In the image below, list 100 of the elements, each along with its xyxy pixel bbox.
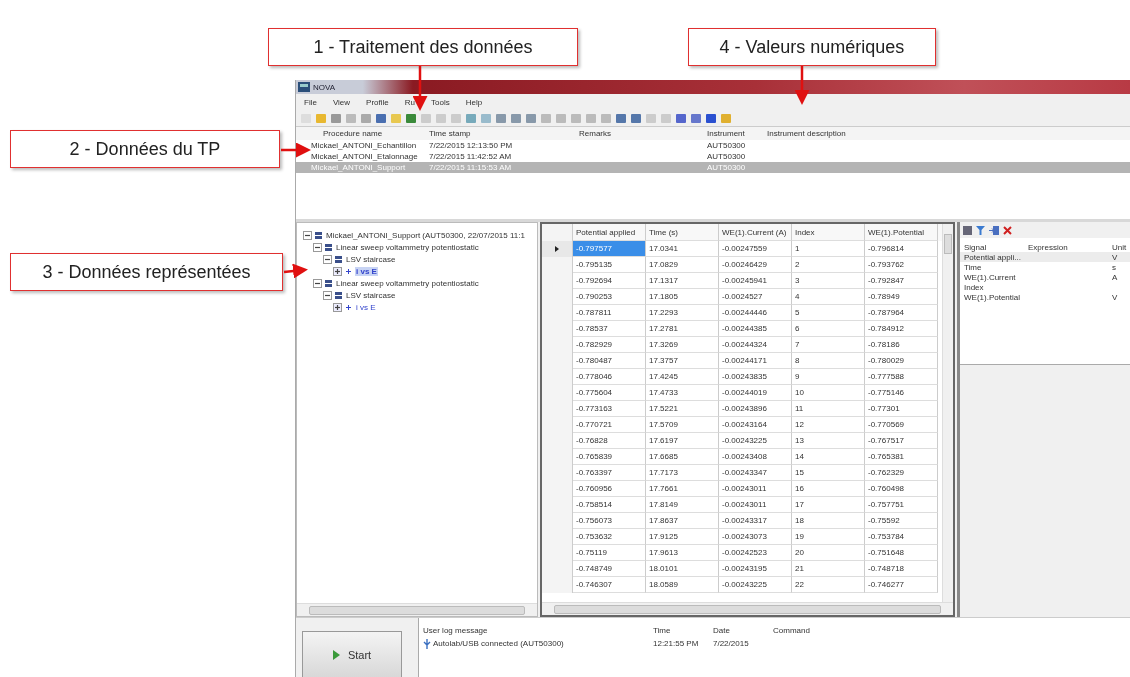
table-cell: -0.787811 [573,305,646,321]
table-cell: 18.0589 [646,577,719,593]
tree-item[interactable]: i vs E [355,302,377,312]
tool-icon[interactable] [525,112,537,124]
table-cell: -0.00243011 [719,497,792,513]
column-header[interactable]: Unit [1112,242,1127,252]
tool-icon[interactable] [330,112,342,124]
table-cell: -0.78186 [865,337,938,353]
tree-item[interactable]: LSV staircase [345,254,397,264]
table-cell: V [1112,252,1118,262]
procedure-row[interactable]: Mickael_ANTONI_Echantillon 7/22/2015 12:13:50 PM AUT50300 [296,140,1130,151]
expander-icon[interactable] [313,278,322,288]
tool-icon[interactable] [375,112,387,124]
menu-item[interactable]: View [332,97,351,107]
table-cell: 16 [792,481,865,497]
tree-item[interactable]: Linear sweep voltammetry potentiostatic [335,242,480,252]
column-header[interactable]: Time stamp [421,129,539,138]
tree-item[interactable]: Linear sweep voltammetry potentiostatic [335,278,480,288]
table-cell: -0.751648 [865,545,938,561]
menu-item[interactable]: Ru [404,97,415,107]
table-cell-text: Time [963,262,983,272]
expander-icon[interactable] [333,302,342,312]
table-cell: 17.7661 [646,481,719,497]
expander-icon[interactable] [313,242,322,252]
import-icon[interactable] [989,225,999,235]
column-header[interactable]: Instrument [699,129,767,138]
column-header[interactable]: Signal [960,242,1028,252]
tool-icon[interactable] [615,112,627,124]
table-cell: -0.00243195 [719,561,792,577]
expander-icon[interactable] [303,230,312,240]
column-header[interactable]: Date [713,626,773,635]
column-header[interactable]: Instrument description [767,129,846,138]
tool-icon[interactable] [405,112,417,124]
table-cell: 3 [792,273,865,289]
table-cell: -0.0024527 [719,289,792,305]
table-cell: -0.797577 [573,241,646,257]
table-cell: -0.763397 [573,465,646,481]
tool-icon[interactable] [690,112,702,124]
table-cell-text: AUT50300 [706,163,747,172]
vertical-scrollbar[interactable] [942,224,953,602]
tool-icon[interactable] [630,112,642,124]
expander-icon[interactable] [333,266,342,276]
column-header[interactable]: Command [773,626,810,635]
table-cell: -0.77301 [865,401,938,417]
column-header[interactable]: Time [653,626,713,635]
table-cell: 2 [792,257,865,273]
tree-item[interactable]: Mickael_ANTONI_Support (AUT50300, 22/07/2015 11:1 [325,230,526,240]
menu-item[interactable]: Profile [366,97,389,107]
menu-item[interactable]: Tools [431,97,450,107]
tool-icon[interactable] [675,112,687,124]
column-header[interactable]: User log message [419,626,653,635]
table-cell: -0.765839 [573,449,646,465]
menu-item[interactable]: File [304,97,317,107]
callout-label: 4 - Valeurs numériques [688,28,936,66]
tool-icon[interactable] [495,112,507,124]
table-cell: 21 [792,561,865,577]
filter-icon[interactable] [976,225,985,235]
table-cell: 17.2781 [646,321,719,337]
column-header[interactable]: Remarks [539,129,699,138]
column-header[interactable]: Index [792,224,865,241]
table-cell: -0.770721 [573,417,646,433]
table-cell: 8 [792,353,865,369]
tree-item[interactable]: LSV staircase [345,290,397,300]
table-cell: 17.9125 [646,529,719,545]
column-header[interactable]: Procedure name [296,129,421,138]
horizontal-scrollbar[interactable] [297,603,537,616]
horizontal-scrollbar[interactable] [542,602,953,615]
table-cell: -0.00244446 [719,305,792,321]
table-cell: 17.8149 [646,497,719,513]
column-header[interactable]: Time (s) [646,224,719,241]
grid-icon[interactable] [963,225,972,235]
menu-item[interactable]: Help [465,97,483,107]
expander-icon[interactable] [323,254,332,264]
usb-icon [423,638,431,649]
start-button[interactable]: Start [302,631,402,677]
procedure-row[interactable]: Mickael_ANTONI_Etalonnage 7/22/2015 11:42:52 AM AUT50300 [296,151,1130,162]
table-cell: -0.00243317 [719,513,792,529]
table-cell-text: Index [963,282,985,292]
tool-icon[interactable] [705,112,717,124]
expander-icon[interactable] [323,290,332,300]
table-cell: -0.746307 [573,577,646,593]
table-cell: -0.793762 [865,257,938,273]
table-cell-text: 7/22/2015 [713,639,750,648]
arrow [283,263,308,279]
table-cell: 10 [792,385,865,401]
grid-icon [335,291,342,299]
table-cell: -0.00244171 [719,353,792,369]
table-cell: -0.00244385 [719,321,792,337]
column-header[interactable]: Expression [1028,242,1112,252]
column-header[interactable]: WE(1).Potential [865,224,938,241]
table-cell: -0.00243225 [719,577,792,593]
table-cell: -0.78949 [865,289,938,305]
table-cell: -0.756073 [573,513,646,529]
table-cell: -0.790253 [573,289,646,305]
row-header[interactable] [542,241,573,257]
tool-icon[interactable] [510,112,522,124]
tree-item[interactable]: i vs E [355,266,378,276]
close-icon[interactable] [1003,225,1012,235]
column-header[interactable]: WE(1).Current (A) [719,224,792,241]
table-cell: 15 [792,465,865,481]
